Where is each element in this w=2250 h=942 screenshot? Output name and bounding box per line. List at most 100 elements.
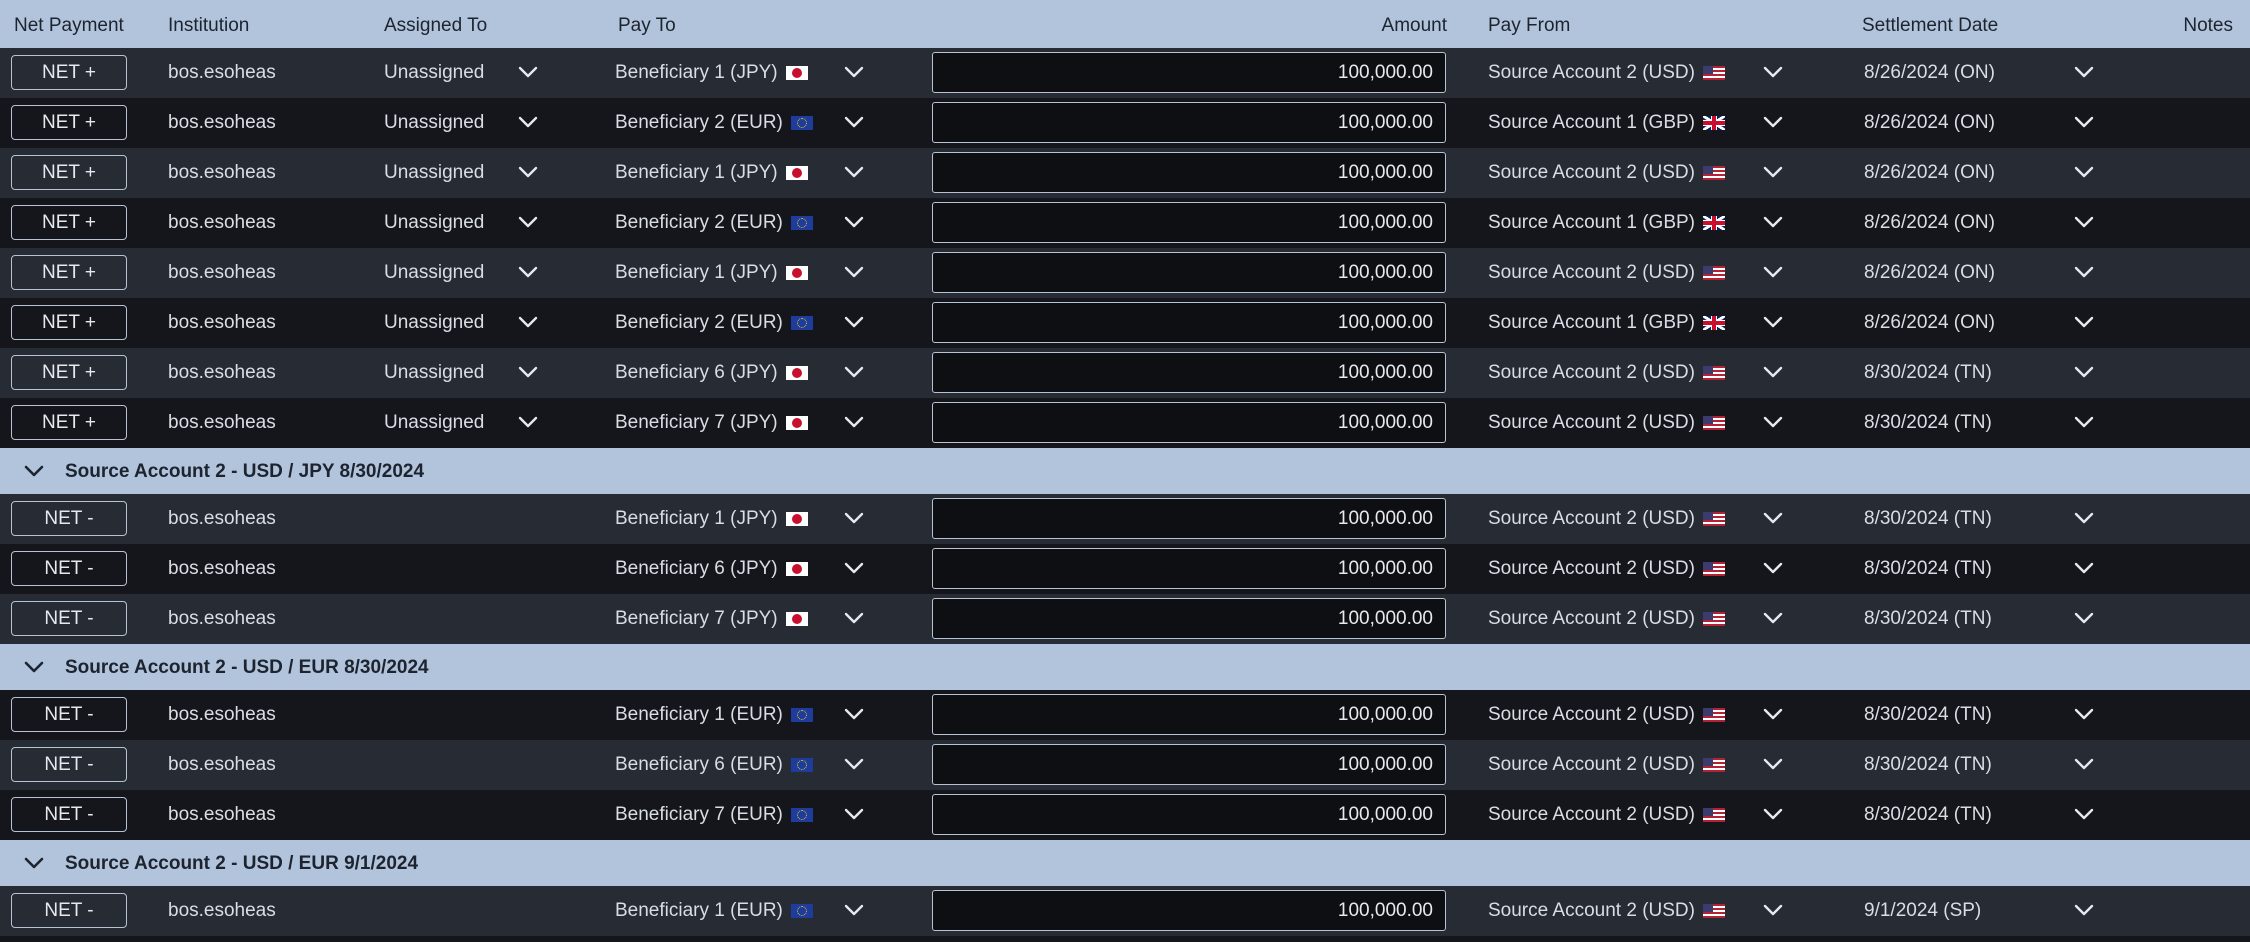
amount-input[interactable] bbox=[932, 402, 1446, 443]
pay-to-value[interactable]: Beneficiary 1 (EUR) bbox=[615, 900, 813, 922]
pay-to-dropdown-chevron-icon[interactable] bbox=[843, 212, 865, 232]
pay-from-dropdown-chevron-icon[interactable] bbox=[1762, 804, 1784, 824]
pay-to-dropdown-chevron-icon[interactable] bbox=[843, 754, 865, 774]
group-toggle-chevron-icon[interactable] bbox=[22, 852, 46, 874]
pay-from-dropdown-chevron-icon[interactable] bbox=[1762, 608, 1784, 628]
pay-from-dropdown-chevron-icon[interactable] bbox=[1762, 212, 1784, 232]
pay-to-dropdown-chevron-icon[interactable] bbox=[843, 62, 865, 82]
amount-input[interactable] bbox=[932, 498, 1446, 539]
pay-to-dropdown-chevron-icon[interactable] bbox=[843, 162, 865, 182]
pay-from-value[interactable]: Source Account 2 (USD) bbox=[1488, 262, 1725, 284]
settlement-date-dropdown-chevron-icon[interactable] bbox=[2073, 704, 2095, 724]
pay-from-dropdown-chevron-icon[interactable] bbox=[1762, 62, 1784, 82]
pay-to-dropdown-chevron-icon[interactable] bbox=[843, 312, 865, 332]
net-payment-button[interactable]: NET + bbox=[11, 155, 127, 190]
net-payment-button[interactable]: NET - bbox=[11, 697, 127, 732]
pay-from-value[interactable]: Source Account 1 (GBP) bbox=[1488, 112, 1725, 134]
settlement-date-dropdown-chevron-icon[interactable] bbox=[2073, 754, 2095, 774]
pay-to-dropdown-chevron-icon[interactable] bbox=[843, 804, 865, 824]
amount-input[interactable] bbox=[932, 794, 1446, 835]
amount-input[interactable] bbox=[932, 202, 1446, 243]
group-toggle-chevron-icon[interactable] bbox=[22, 460, 46, 482]
pay-to-dropdown-chevron-icon[interactable] bbox=[843, 112, 865, 132]
pay-to-dropdown-chevron-icon[interactable] bbox=[843, 558, 865, 578]
amount-input[interactable] bbox=[932, 102, 1446, 143]
pay-from-dropdown-chevron-icon[interactable] bbox=[1762, 412, 1784, 432]
net-payment-button[interactable]: NET - bbox=[11, 747, 127, 782]
assigned-to-dropdown-chevron-icon[interactable] bbox=[517, 412, 539, 432]
net-payment-button[interactable]: NET - bbox=[11, 797, 127, 832]
net-payment-button[interactable]: NET + bbox=[11, 355, 127, 390]
pay-from-value[interactable]: Source Account 2 (USD) bbox=[1488, 704, 1725, 726]
net-payment-button[interactable]: NET + bbox=[11, 105, 127, 140]
pay-to-dropdown-chevron-icon[interactable] bbox=[843, 262, 865, 282]
amount-input[interactable] bbox=[932, 890, 1446, 931]
amount-input[interactable] bbox=[932, 352, 1446, 393]
group-header-row[interactable]: Source Account 2 - USD / EUR 8/30/2024 bbox=[0, 644, 2250, 690]
assigned-to-dropdown-chevron-icon[interactable] bbox=[517, 62, 539, 82]
assigned-to-dropdown-chevron-icon[interactable] bbox=[517, 312, 539, 332]
net-payment-button[interactable]: NET + bbox=[11, 205, 127, 240]
pay-from-value[interactable]: Source Account 2 (USD) bbox=[1488, 804, 1725, 826]
pay-from-value[interactable]: Source Account 1 (GBP) bbox=[1488, 312, 1725, 334]
assigned-to-dropdown-chevron-icon[interactable] bbox=[517, 362, 539, 382]
net-payment-button[interactable]: NET - bbox=[11, 551, 127, 586]
header-assigned-to[interactable]: Assigned To bbox=[384, 15, 487, 37]
pay-to-value[interactable]: Beneficiary 1 (JPY) bbox=[615, 62, 808, 84]
pay-to-dropdown-chevron-icon[interactable] bbox=[843, 608, 865, 628]
group-header-row[interactable]: Source Account 2 - USD / JPY 8/30/2024 bbox=[0, 448, 2250, 494]
pay-from-dropdown-chevron-icon[interactable] bbox=[1762, 704, 1784, 724]
amount-input[interactable] bbox=[932, 52, 1446, 93]
pay-from-dropdown-chevron-icon[interactable] bbox=[1762, 362, 1784, 382]
amount-input[interactable] bbox=[932, 598, 1446, 639]
settlement-date-dropdown-chevron-icon[interactable] bbox=[2073, 804, 2095, 824]
amount-input[interactable] bbox=[932, 252, 1446, 293]
pay-to-value[interactable]: Beneficiary 7 (JPY) bbox=[615, 412, 808, 434]
pay-from-dropdown-chevron-icon[interactable] bbox=[1762, 754, 1784, 774]
pay-to-value[interactable]: Beneficiary 1 (JPY) bbox=[615, 262, 808, 284]
pay-to-value[interactable]: Beneficiary 1 (EUR) bbox=[615, 704, 813, 726]
pay-from-value[interactable]: Source Account 2 (USD) bbox=[1488, 754, 1725, 776]
amount-input[interactable] bbox=[932, 548, 1446, 589]
pay-from-dropdown-chevron-icon[interactable] bbox=[1762, 162, 1784, 182]
header-net-payment[interactable]: Net Payment bbox=[14, 15, 124, 37]
settlement-date-dropdown-chevron-icon[interactable] bbox=[2073, 412, 2095, 432]
pay-from-value[interactable]: Source Account 1 (GBP) bbox=[1488, 212, 1725, 234]
assigned-to-dropdown-chevron-icon[interactable] bbox=[517, 262, 539, 282]
header-notes[interactable]: Notes bbox=[2183, 15, 2233, 37]
settlement-date-dropdown-chevron-icon[interactable] bbox=[2073, 608, 2095, 628]
header-institution[interactable]: Institution bbox=[168, 15, 249, 37]
pay-to-dropdown-chevron-icon[interactable] bbox=[843, 704, 865, 724]
pay-to-value[interactable]: Beneficiary 6 (JPY) bbox=[615, 362, 808, 384]
net-payment-button[interactable]: NET + bbox=[11, 255, 127, 290]
pay-from-dropdown-chevron-icon[interactable] bbox=[1762, 508, 1784, 528]
pay-from-value[interactable]: Source Account 2 (USD) bbox=[1488, 558, 1725, 580]
pay-to-value[interactable]: Beneficiary 1 (JPY) bbox=[615, 162, 808, 184]
pay-to-value[interactable]: Beneficiary 6 (JPY) bbox=[615, 558, 808, 580]
pay-from-dropdown-chevron-icon[interactable] bbox=[1762, 312, 1784, 332]
assigned-to-dropdown-chevron-icon[interactable] bbox=[517, 112, 539, 132]
pay-from-dropdown-chevron-icon[interactable] bbox=[1762, 558, 1784, 578]
net-payment-button[interactable]: NET - bbox=[11, 893, 127, 928]
net-payment-button[interactable]: NET + bbox=[11, 405, 127, 440]
header-pay-to[interactable]: Pay To bbox=[618, 15, 676, 37]
pay-to-value[interactable]: Beneficiary 2 (EUR) bbox=[615, 212, 813, 234]
pay-to-value[interactable]: Beneficiary 1 (JPY) bbox=[615, 508, 808, 530]
pay-to-dropdown-chevron-icon[interactable] bbox=[843, 508, 865, 528]
pay-to-value[interactable]: Beneficiary 7 (JPY) bbox=[615, 608, 808, 630]
settlement-date-dropdown-chevron-icon[interactable] bbox=[2073, 212, 2095, 232]
amount-input[interactable] bbox=[932, 694, 1446, 735]
assigned-to-dropdown-chevron-icon[interactable] bbox=[517, 212, 539, 232]
settlement-date-dropdown-chevron-icon[interactable] bbox=[2073, 558, 2095, 578]
pay-from-dropdown-chevron-icon[interactable] bbox=[1762, 900, 1784, 920]
net-payment-button[interactable]: NET - bbox=[11, 501, 127, 536]
pay-to-value[interactable]: Beneficiary 7 (EUR) bbox=[615, 804, 813, 826]
pay-to-dropdown-chevron-icon[interactable] bbox=[843, 412, 865, 432]
settlement-date-dropdown-chevron-icon[interactable] bbox=[2073, 162, 2095, 182]
net-payment-button[interactable]: NET + bbox=[11, 305, 127, 340]
header-pay-from[interactable]: Pay From bbox=[1488, 15, 1570, 37]
group-header-row[interactable]: Source Account 2 - USD / EUR 9/1/2024 bbox=[0, 840, 2250, 886]
pay-from-dropdown-chevron-icon[interactable] bbox=[1762, 262, 1784, 282]
settlement-date-dropdown-chevron-icon[interactable] bbox=[2073, 312, 2095, 332]
pay-from-value[interactable]: Source Account 2 (USD) bbox=[1488, 362, 1725, 384]
